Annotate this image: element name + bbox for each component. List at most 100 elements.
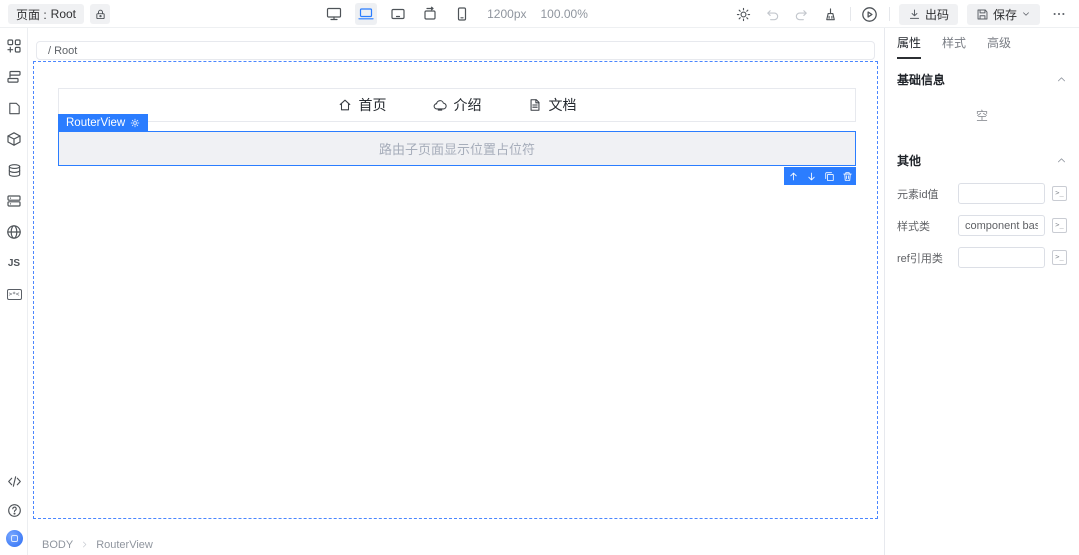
sidebar-item-layers[interactable]	[5, 68, 23, 86]
chevron-up-icon	[1056, 155, 1067, 166]
open-code-editor-button[interactable]: >_	[1052, 186, 1067, 201]
copy-icon	[824, 171, 835, 182]
redo-button[interactable]	[792, 4, 812, 24]
copy-button[interactable]	[820, 167, 838, 185]
arrow-down-icon	[806, 171, 817, 182]
desktop-icon	[326, 6, 342, 22]
topbar-right-group: 出码 保存	[734, 0, 1069, 28]
empty-placeholder: 空	[897, 107, 1067, 124]
device-tablet-button[interactable]	[387, 3, 409, 25]
server-stack-icon	[6, 193, 22, 209]
open-code-editor-button[interactable]: >_	[1052, 218, 1067, 233]
field-style-class: 样式类 >_	[897, 215, 1067, 236]
tab-props[interactable]: 属性	[897, 28, 921, 59]
js-icon: JS	[8, 258, 20, 269]
sidebar-item-source-code[interactable]	[5, 472, 23, 490]
code-editor-icon: >_	[1055, 222, 1063, 229]
canvas-width-value: 1200px	[487, 7, 526, 21]
move-down-button[interactable]	[802, 167, 820, 185]
cube-icon	[6, 131, 22, 147]
editor-canvas: / Root 首页 介绍 文档 Ro	[29, 28, 883, 555]
device-rotate-button[interactable]	[419, 3, 441, 25]
nav-component[interactable]: 首页 介绍 文档	[58, 88, 856, 122]
device-mobile-button[interactable]	[451, 3, 473, 25]
nav-item-home[interactable]: 首页	[338, 95, 387, 115]
move-up-button[interactable]	[784, 167, 802, 185]
device-desktop-button[interactable]	[323, 3, 345, 25]
help-icon	[7, 503, 22, 518]
theme-toggle-button[interactable]	[734, 4, 754, 24]
sidebar-item-javascript[interactable]: JS	[5, 254, 23, 272]
route-breadcrumb-text: / Root	[48, 45, 77, 57]
undo-icon	[765, 7, 780, 22]
nav-item-intro[interactable]: 介绍	[433, 95, 482, 115]
avatar-glyph	[11, 535, 18, 542]
node-path-item[interactable]: BODY	[42, 539, 73, 551]
clear-button[interactable]	[821, 4, 841, 24]
save-button[interactable]: 保存	[967, 4, 1040, 25]
broom-icon	[823, 7, 838, 22]
open-code-editor-button[interactable]: >_	[1052, 250, 1067, 265]
sidebar-top-group: JS >*<	[0, 37, 28, 303]
save-icon	[976, 8, 989, 21]
field-label: 样式类	[897, 218, 958, 234]
redo-icon	[794, 7, 809, 22]
sidebar-item-help[interactable]	[5, 501, 23, 519]
user-avatar[interactable]	[6, 530, 23, 547]
sidebar-item-datasource[interactable]	[5, 130, 23, 148]
node-path-statusbar: BODY RouterView	[29, 534, 883, 555]
arrow-up-icon	[788, 171, 799, 182]
play-circle-icon	[861, 6, 878, 23]
selected-component-tag[interactable]: RouterView	[58, 114, 148, 131]
sidebar-item-database[interactable]	[5, 161, 23, 179]
database-icon	[7, 163, 22, 178]
node-path-item[interactable]: RouterView	[96, 539, 153, 551]
more-button[interactable]	[1049, 4, 1069, 24]
style-class-input[interactable]	[958, 215, 1045, 236]
panel-tabs: 属性 样式 高级	[897, 28, 1067, 59]
export-code-button[interactable]: 出码	[899, 4, 958, 25]
component-library-icon	[6, 38, 22, 54]
field-element-id: 元素id值 >_	[897, 183, 1067, 204]
sidebar-item-components[interactable]	[5, 37, 23, 55]
nav-item-docs[interactable]: 文档	[528, 95, 577, 115]
selected-component-name: RouterView	[66, 117, 125, 129]
other-section-title: 其他	[897, 152, 921, 169]
properties-panel: 属性 样式 高级 基础信息 空 其他 元素id值 >_ 样式类 >_ ref引用…	[884, 28, 1079, 555]
nav-item-label: 文档	[549, 95, 577, 115]
tab-advanced[interactable]: 高级	[987, 28, 1011, 59]
gear-icon[interactable]	[130, 118, 140, 128]
device-laptop-button[interactable]	[355, 3, 377, 25]
sun-icon	[736, 7, 751, 22]
sidebar-item-server[interactable]	[5, 192, 23, 210]
sidebar-item-network[interactable]	[5, 223, 23, 241]
mobile-icon	[454, 6, 470, 22]
field-label: 元素id值	[897, 186, 958, 202]
sidebar-item-pages[interactable]	[5, 99, 23, 117]
globe-icon	[6, 224, 22, 240]
toolbar-divider	[889, 7, 890, 21]
page-outline[interactable]: 首页 介绍 文档 RouterView 路由子页面显示位置占位符	[33, 61, 878, 519]
intro-icon	[433, 98, 447, 112]
route-breadcrumb[interactable]: / Root	[36, 41, 875, 60]
trash-icon	[842, 171, 853, 182]
left-sidebar: JS >*<	[0, 28, 28, 555]
tab-style[interactable]: 样式	[942, 28, 966, 59]
preview-button[interactable]	[860, 4, 880, 24]
basic-info-section-header[interactable]: 基础信息	[897, 67, 1067, 91]
ref-class-input[interactable]	[958, 247, 1045, 268]
home-icon	[338, 98, 352, 112]
routerview-placeholder-text: 路由子页面显示位置占位符	[379, 139, 535, 158]
sidebar-item-miniapp[interactable]: >*<	[5, 285, 23, 303]
document-icon	[528, 98, 542, 112]
other-section-header[interactable]: 其他	[897, 148, 1067, 172]
download-icon	[908, 8, 921, 21]
chevron-up-icon	[1056, 74, 1067, 85]
laptop-icon	[358, 6, 374, 22]
routerview-component[interactable]: 路由子页面显示位置占位符	[58, 131, 856, 166]
zoom-level-value: 100.00%	[541, 7, 588, 21]
code-icon	[7, 474, 22, 489]
element-id-input[interactable]	[958, 183, 1045, 204]
delete-button[interactable]	[838, 167, 856, 185]
undo-button[interactable]	[763, 4, 783, 24]
